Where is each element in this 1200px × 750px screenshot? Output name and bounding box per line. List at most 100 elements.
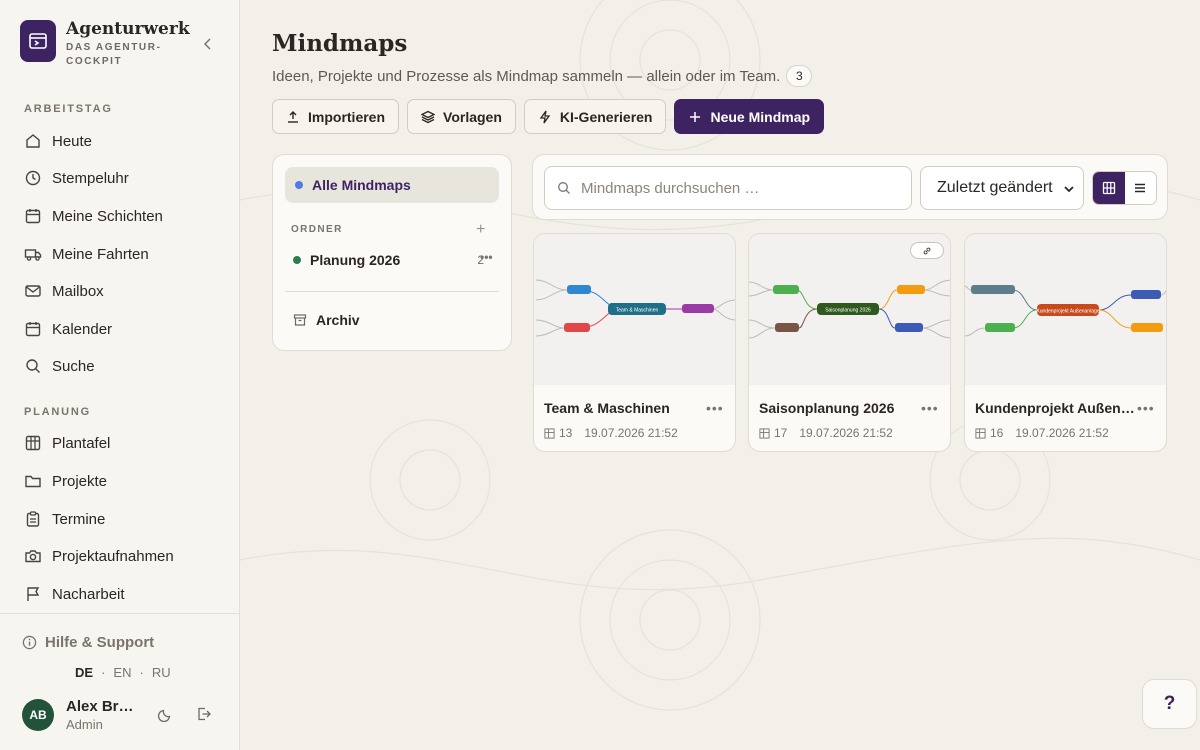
card-node-count: 13: [559, 426, 573, 440]
card-meta: 16 19.07.2026 21:52: [975, 426, 1109, 440]
card-node-count: 17: [774, 426, 788, 440]
layers-icon: [421, 110, 436, 123]
sidebar-footer: Hilfe & Support DE · EN · RU AB Alex Bra…: [0, 613, 239, 750]
sidebar-item-projektaufnahmen[interactable]: Projektaufnahmen: [24, 541, 224, 571]
sort-selected: Zuletzt geändert: [937, 179, 1053, 196]
archive-label: Archiv: [316, 312, 360, 328]
sidebar-item-termine[interactable]: Termine: [24, 504, 224, 534]
help-label: Hilfe & Support: [45, 634, 155, 651]
mindmap-card[interactable]: Team & Maschinen Team & Maschinen ••• 13…: [533, 233, 736, 452]
camera-icon: [25, 550, 41, 563]
mindmap-card[interactable]: Saisonplanung 2026 Saisonplanung 2026 ••…: [748, 233, 951, 452]
sidebar-item-nacharbeit[interactable]: Nacharbeit: [24, 579, 224, 609]
mail-icon: [25, 285, 41, 297]
help-support-link[interactable]: Hilfe & Support: [22, 634, 154, 651]
card-meta: 17 19.07.2026 21:52: [759, 426, 893, 440]
ai-generate-label: KI-Generieren: [559, 108, 653, 125]
lang-en[interactable]: EN: [113, 665, 131, 680]
sidebar-item-projekte[interactable]: Projekte: [24, 466, 224, 496]
sidebar-item-stempeluhr[interactable]: Stempeluhr: [24, 163, 224, 193]
card-title: Saisonplanung 2026: [759, 400, 895, 416]
sidebar-item-plantafel[interactable]: Plantafel: [24, 428, 224, 458]
clipboard-icon: [26, 511, 40, 527]
search-field[interactable]: [544, 166, 912, 210]
user-role: Admin: [66, 717, 103, 732]
card-date: 19.07.2026 21:52: [799, 426, 893, 440]
lang-separator: ·: [139, 665, 144, 680]
calendar-icon: [25, 322, 41, 337]
grid-view-icon[interactable]: [1093, 172, 1125, 204]
chevron-down-icon: [1064, 186, 1074, 193]
sidebar-item-meine-schichten[interactable]: Meine Schichten: [24, 201, 224, 231]
calendar-icon: [25, 209, 41, 224]
divider: [285, 291, 499, 292]
card-node-count: 16: [990, 426, 1004, 440]
subtitle-text: Ideen, Projekte und Prozesse als Mindmap…: [272, 67, 781, 85]
sidebar-item-label: Projekte: [52, 472, 108, 490]
folder-item-planung-2026[interactable]: Planung 2026 2 •••: [293, 250, 498, 268]
sidebar-item-label: Nacharbeit: [52, 585, 125, 603]
folder-more-icon[interactable]: •••: [480, 250, 493, 264]
sidebar-item-mailbox[interactable]: Mailbox: [24, 276, 224, 306]
card-date: 19.07.2026 21:52: [584, 426, 678, 440]
collapse-sidebar-icon[interactable]: [200, 36, 216, 52]
sidebar-item-kalender[interactable]: Kalender: [24, 314, 224, 344]
upload-icon: [288, 110, 298, 123]
page-subtitle: Ideen, Projekte und Prozesse als Mindmap…: [272, 65, 813, 87]
folder-icon: [25, 475, 41, 488]
section-label-planung: PLANUNG: [24, 406, 91, 418]
sidebar-item-label: Kalender: [52, 320, 113, 338]
card-more-icon[interactable]: •••: [921, 400, 939, 416]
lang-ru[interactable]: RU: [152, 665, 171, 680]
mindmap-card[interactable]: Kundenprojekt Außenanlage Kundenprojekt …: [964, 233, 1167, 452]
folder-panel: Alle Mindmaps ORDNER + Planung 2026 2 ••…: [272, 154, 512, 351]
card-date: 19.07.2026 21:52: [1015, 426, 1109, 440]
main-content: Mindmaps Ideen, Projekte und Prozesse al…: [240, 0, 1200, 750]
section-label-arbeitstag: ARBEITSTAG: [24, 103, 113, 115]
folder-section-label: ORDNER: [291, 224, 343, 235]
folder-archive[interactable]: Archiv: [293, 312, 360, 328]
sidebar-item-label: Meine Schichten: [52, 207, 163, 225]
list-view-icon[interactable]: [1125, 172, 1157, 204]
user-name: Alex Braun: [66, 698, 141, 715]
grid-icon: [25, 435, 41, 451]
logout-icon[interactable]: [196, 706, 214, 724]
moon-icon[interactable]: [157, 706, 176, 724]
new-mindmap-button[interactable]: Neue Mindmap: [674, 99, 825, 134]
nodes-grid-icon: [544, 427, 555, 439]
center-node-label: Team & Maschinen: [616, 308, 659, 314]
sidebar-item-label: Plantafel: [52, 434, 111, 452]
sidebar-item-label: Projektaufnahmen: [52, 547, 174, 565]
folder-label: Planung 2026: [310, 252, 401, 268]
templates-button[interactable]: Vorlagen: [407, 99, 516, 134]
brand[interactable]: Agenturwerk DAS AGENTUR-COCKPIT: [20, 20, 190, 69]
search-input[interactable]: [581, 179, 901, 197]
truck-icon: [24, 249, 42, 261]
import-button[interactable]: Importieren: [272, 99, 400, 134]
avatar: AB: [22, 699, 54, 731]
info-icon: [22, 635, 37, 650]
folder-all-mindmaps[interactable]: Alle Mindmaps: [285, 167, 499, 203]
add-folder-plus-icon[interactable]: +: [476, 221, 485, 239]
card-title: Team & Maschinen: [544, 400, 670, 416]
card-more-icon[interactable]: •••: [1137, 400, 1155, 416]
card-meta: 13 19.07.2026 21:52: [544, 426, 678, 440]
user-profile[interactable]: AB Alex Braun Admin: [22, 698, 141, 732]
mindmap-thumbnail: Kundenprojekt Außenanlage: [965, 234, 1166, 385]
sidebar-item-label: Termine: [52, 510, 106, 528]
flag-icon: [27, 587, 40, 601]
ai-generate-button[interactable]: KI-Generieren: [523, 99, 667, 134]
card-more-icon[interactable]: •••: [706, 400, 724, 416]
sidebar-item-suche[interactable]: Suche: [24, 351, 224, 381]
toolbar: Importieren Vorlagen KI-Generieren Neue …: [272, 99, 825, 134]
sidebar-item-heute[interactable]: Heute: [24, 126, 224, 156]
brand-subtitle: DAS AGENTUR-COCKPIT: [66, 42, 162, 67]
blue-dot-icon: [295, 181, 303, 189]
sort-select[interactable]: Zuletzt geändert: [920, 166, 1084, 210]
sidebar-item-meine-fahrten[interactable]: Meine Fahrten: [24, 239, 224, 269]
lightning-icon: [539, 110, 551, 123]
help-button[interactable]: ?: [1142, 679, 1197, 729]
lang-de[interactable]: DE: [75, 665, 93, 680]
archive-icon: [293, 314, 307, 326]
center-node-label: Saisonplanung 2026: [825, 308, 871, 314]
